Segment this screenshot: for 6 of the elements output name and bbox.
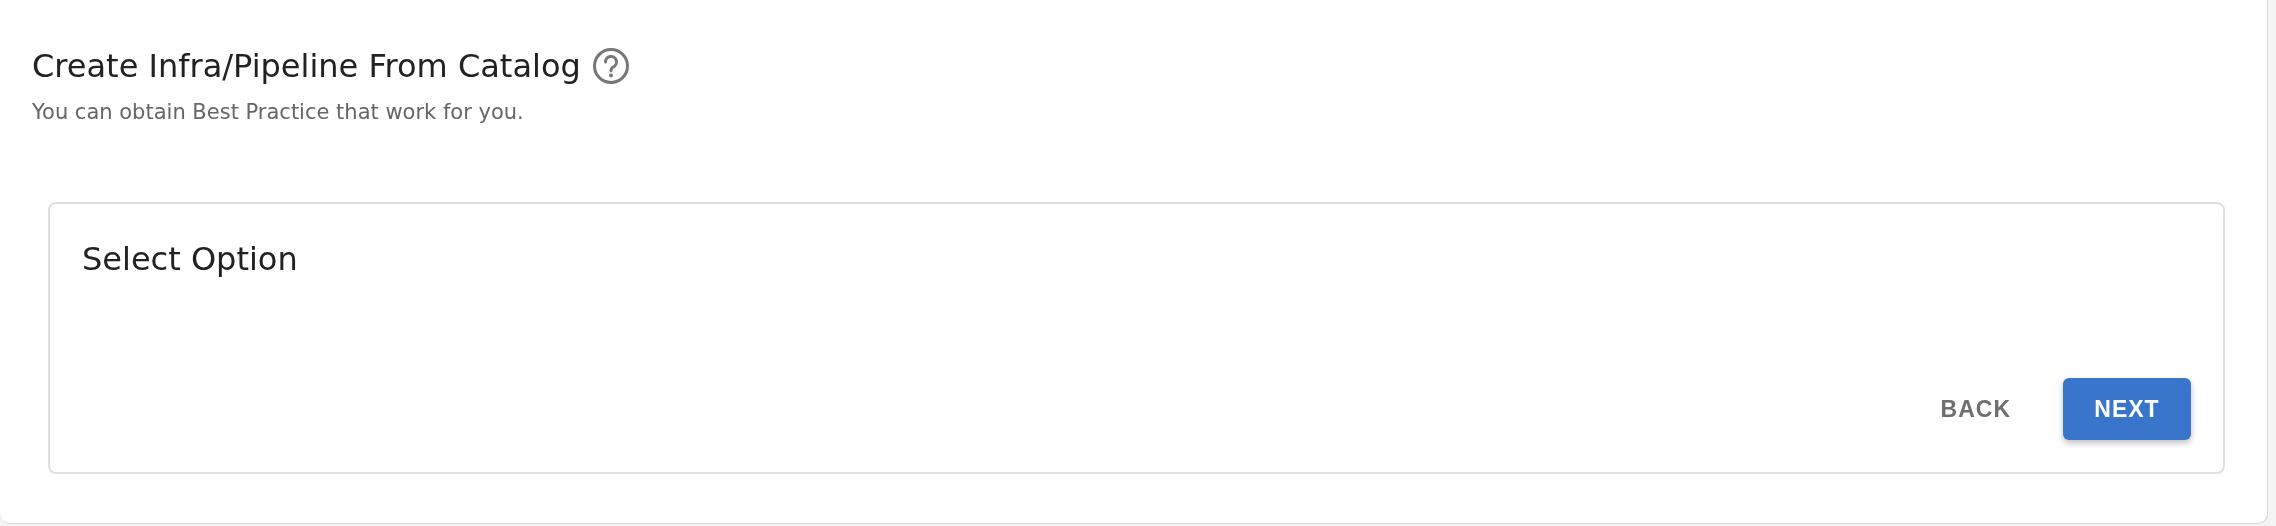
page-title: Create Infra/Pipeline From Catalog: [32, 47, 581, 85]
next-button[interactable]: NEXT: [2063, 378, 2191, 440]
page-subtitle: You can obtain Best Practice that work for you.: [32, 100, 525, 124]
help-icon[interactable]: [590, 46, 631, 86]
card-title: Select Option: [82, 240, 299, 278]
back-button[interactable]: BACK: [1918, 378, 2033, 440]
